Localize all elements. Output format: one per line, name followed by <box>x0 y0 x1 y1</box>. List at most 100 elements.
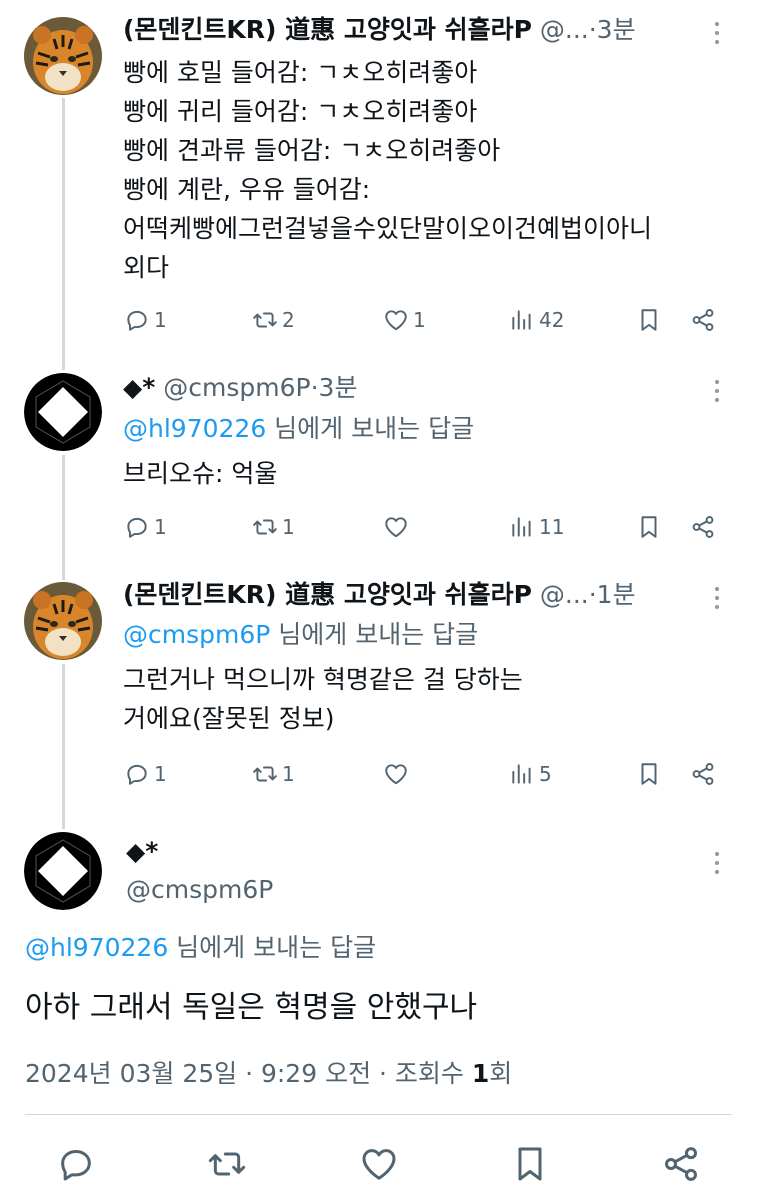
retweet-button[interactable]: 2 <box>252 302 295 338</box>
user-handle[interactable]: @cmspm6P <box>163 373 310 403</box>
tweet-text-line: 외다 <box>123 253 170 282</box>
mention-link[interactable]: @hl970226 <box>25 933 168 962</box>
reply-icon <box>127 517 147 538</box>
retweet-button[interactable]: 1 <box>252 756 295 792</box>
tweet-time[interactable]: 1분 <box>597 580 636 610</box>
reply-button[interactable] <box>54 1142 98 1186</box>
like-button[interactable] <box>357 1142 401 1186</box>
tweet-action-bar: 1 1 5 <box>0 756 757 792</box>
more-vertical-icon[interactable] <box>707 848 727 878</box>
tweet-timestamp[interactable]: 2024년 03월 25일 · 9:29 오전 · 조회수 <box>25 1059 472 1088</box>
user-handle[interactable]: @... <box>540 580 589 610</box>
divider <box>25 1114 732 1115</box>
bookmark-icon <box>641 309 657 331</box>
reply-button[interactable]: 1 <box>124 509 167 545</box>
tweet-text: 빵에 호밀 들어감: ㄱㅊ오히려좋아 빵에 귀리 들어감: ㄱㅊ오히려좋아 빵에… <box>123 53 652 287</box>
tweet-action-bar: 1 2 1 42 <box>0 302 757 338</box>
like-count: 1 <box>413 308 426 332</box>
tweet-text-line: 빵에 귀리 들어감: ㄱㅊ오히려좋아 <box>123 97 478 126</box>
views-count: 5 <box>539 762 552 786</box>
bookmark-icon <box>641 763 657 785</box>
bookmark-button[interactable] <box>636 509 662 545</box>
share-icon <box>664 1147 698 1181</box>
share-button[interactable] <box>659 1142 703 1186</box>
heart-icon <box>385 517 407 538</box>
tweet-action-bar: 1 1 11 <box>0 509 757 545</box>
reply-icon <box>127 310 147 331</box>
mention-link[interactable]: @hl970226 <box>123 414 266 443</box>
share-icon <box>692 516 714 538</box>
replying-to-label: @hl970226 님에게 보내는 답글 <box>25 932 376 964</box>
share-button[interactable] <box>690 509 716 545</box>
retweet-button[interactable] <box>205 1142 249 1186</box>
avatar-tiger[interactable] <box>24 17 102 95</box>
more-vertical-icon[interactable] <box>707 18 727 48</box>
mention-link[interactable]: @cmspm6P <box>123 620 270 649</box>
retweet-button[interactable]: 1 <box>252 509 295 545</box>
reply-button[interactable]: 1 <box>124 302 167 338</box>
share-icon <box>692 763 714 785</box>
avatar-diamond[interactable] <box>24 373 102 451</box>
reply-button[interactable]: 1 <box>124 756 167 792</box>
replying-to-label: @hl970226 님에게 보내는 답글 <box>123 413 474 445</box>
diamond-avatar-image <box>24 373 102 451</box>
separator-dot: · <box>310 373 319 402</box>
tweet-meta: 2024년 03월 25일 · 9:29 오전 · 조회수 1회 <box>25 1058 512 1090</box>
views-button[interactable]: 5 <box>509 756 552 792</box>
retweet-count: 1 <box>282 515 295 539</box>
bookmark-icon <box>641 516 657 538</box>
bookmark-button[interactable] <box>636 756 662 792</box>
tweet-text-line: 빵에 견과류 들어감: ㄱㅊ오히려좋아 <box>123 136 501 165</box>
tweet-text: 브리오슈: 억울 <box>123 454 277 493</box>
retweet-count: 2 <box>282 308 295 332</box>
tweet-text-line: 빵에 호밀 들어감: ㄱㅊ오히려좋아 <box>123 58 478 87</box>
retweet-icon <box>253 519 277 535</box>
like-button[interactable] <box>383 509 413 545</box>
tiger-avatar-image <box>24 582 102 660</box>
user-handle[interactable]: @cmspm6P <box>126 875 273 905</box>
share-button[interactable] <box>690 302 716 338</box>
main-action-bar <box>0 1138 757 1190</box>
views-button[interactable]: 42 <box>509 302 564 338</box>
reply-count: 1 <box>154 515 167 539</box>
tweet-header: (몬덴킨트KR) 道惠 고양잇과 쉬흘라P @... · 3분 <box>123 15 636 45</box>
view-count: 1 <box>471 1059 490 1088</box>
display-name[interactable]: (몬덴킨트KR) 道惠 고양잇과 쉬흘라P <box>123 580 532 610</box>
tweet-time[interactable]: 3분 <box>597 15 636 45</box>
tweet-header: ◆* @cmspm6P · 3분 <box>123 373 357 403</box>
tiger-avatar-image <box>24 17 102 95</box>
views-button[interactable]: 11 <box>509 509 564 545</box>
display-name[interactable]: ◆* <box>126 837 158 867</box>
bookmark-button[interactable] <box>508 1142 552 1186</box>
views-chart-icon <box>512 310 531 330</box>
reply-icon <box>127 764 147 785</box>
main-display-name-row: ◆* <box>126 837 158 867</box>
bookmark-icon <box>518 1147 542 1181</box>
view-count-suffix: 회 <box>489 1059 513 1088</box>
more-vertical-icon[interactable] <box>707 376 727 406</box>
bookmark-button[interactable] <box>636 302 662 338</box>
diamond-avatar-image <box>24 832 102 910</box>
views-chart-icon <box>512 517 531 537</box>
avatar-tiger[interactable] <box>24 582 102 660</box>
tweet-text-line: 빵에 계란, 우유 들어감: <box>123 175 371 204</box>
tweet-header: (몬덴킨트KR) 道惠 고양잇과 쉬흘라P @... · 1분 <box>123 580 636 610</box>
tweet-text-line: 브리오슈: 억울 <box>123 459 278 488</box>
main-handle-row: @cmspm6P <box>126 875 273 905</box>
tweet-time[interactable]: 3분 <box>319 373 358 403</box>
tweet-text-line: 거에요(잘못된 정보) <box>123 704 335 733</box>
user-handle[interactable]: @... <box>540 15 589 45</box>
reply-count: 1 <box>154 762 167 786</box>
views-count: 42 <box>539 308 565 332</box>
replying-suffix: 님에게 보내는 답글 <box>270 620 479 649</box>
avatar-diamond[interactable] <box>24 832 102 910</box>
retweet-count: 1 <box>282 762 295 786</box>
like-button[interactable]: 1 <box>383 302 426 338</box>
display-name[interactable]: ◆* <box>123 373 155 403</box>
separator-dot: · <box>588 15 597 44</box>
display-name[interactable]: (몬덴킨트KR) 道惠 고양잇과 쉬흘라P <box>123 15 532 45</box>
like-button[interactable] <box>383 756 413 792</box>
share-button[interactable] <box>690 756 716 792</box>
tweet-text-line: 어떡케빵에그런걸넣을수있단말이오이건예법이아니 <box>123 214 653 243</box>
more-vertical-icon[interactable] <box>707 583 727 613</box>
